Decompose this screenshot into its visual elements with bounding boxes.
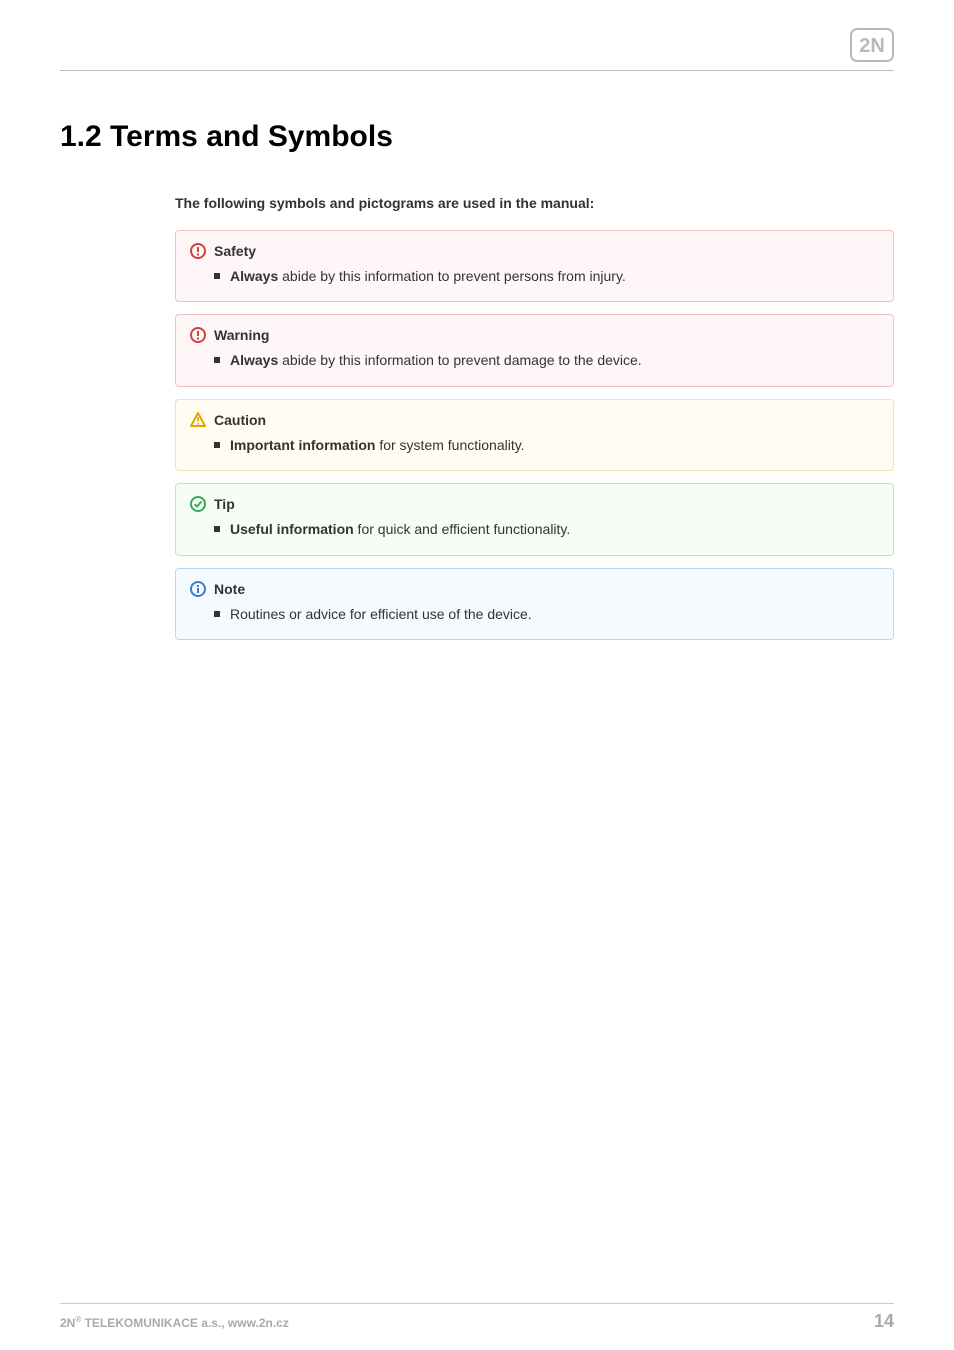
callouts-container: Safety Always abide by this information … — [175, 230, 894, 640]
callout-tip-item-rest: for quick and efficient functionality. — [354, 521, 571, 537]
callout-safety-item-rest: abide by this information to prevent per… — [278, 268, 626, 284]
footer-company-rest: TELEKOMUNIKACE a.s., www.2n.cz — [81, 1316, 289, 1330]
callout-caution-title: Caution — [214, 412, 266, 428]
info-circle-icon — [190, 581, 206, 597]
exclamation-triangle-icon — [190, 412, 206, 428]
page-footer: 2N® TELEKOMUNIKACE a.s., www.2n.cz 14 — [60, 1311, 894, 1332]
callout-safety-item-bold: Always — [230, 268, 278, 284]
callout-warning-title: Warning — [214, 327, 269, 343]
exclamation-circle-icon — [190, 243, 206, 259]
callout-tip-item: Useful information for quick and efficie… — [230, 518, 879, 540]
footer-company-prefix: 2N — [60, 1316, 75, 1330]
page-title: 1.2 Terms and Symbols — [60, 120, 393, 154]
brand-logo-2n: 2N — [850, 28, 894, 62]
callout-tip: Tip Useful information for quick and eff… — [175, 483, 894, 555]
callout-note-item-rest: Routines or advice for efficient use of … — [230, 606, 532, 622]
callout-warning-item-rest: abide by this information to prevent dam… — [278, 352, 641, 368]
callout-safety-title: Safety — [214, 243, 256, 259]
callout-warning-item: Always abide by this information to prev… — [230, 349, 879, 371]
footer-page-number: 14 — [874, 1311, 894, 1332]
callout-caution-item: Important information for system functio… — [230, 434, 879, 456]
check-circle-icon — [190, 496, 206, 512]
callout-warning: Warning Always abide by this information… — [175, 314, 894, 386]
footer-company: 2N® TELEKOMUNIKACE a.s., www.2n.cz — [60, 1315, 289, 1330]
callout-tip-item-bold: Useful information — [230, 521, 354, 537]
callout-caution: Caution Important information for system… — [175, 399, 894, 471]
callout-caution-item-rest: for system functionality. — [375, 437, 524, 453]
callout-warning-item-bold: Always — [230, 352, 278, 368]
footer-divider — [60, 1303, 894, 1304]
exclamation-circle-icon — [190, 327, 206, 343]
callout-note-item: Routines or advice for efficient use of … — [230, 603, 879, 625]
callout-note: Note Routines or advice for efficient us… — [175, 568, 894, 640]
top-divider — [60, 70, 894, 71]
intro-text: The following symbols and pictograms are… — [175, 195, 594, 211]
callout-caution-item-bold: Important information — [230, 437, 375, 453]
callout-safety-item: Always abide by this information to prev… — [230, 265, 879, 287]
callout-tip-title: Tip — [214, 496, 235, 512]
svg-text:2N: 2N — [859, 35, 885, 57]
callout-note-title: Note — [214, 581, 245, 597]
callout-safety: Safety Always abide by this information … — [175, 230, 894, 302]
